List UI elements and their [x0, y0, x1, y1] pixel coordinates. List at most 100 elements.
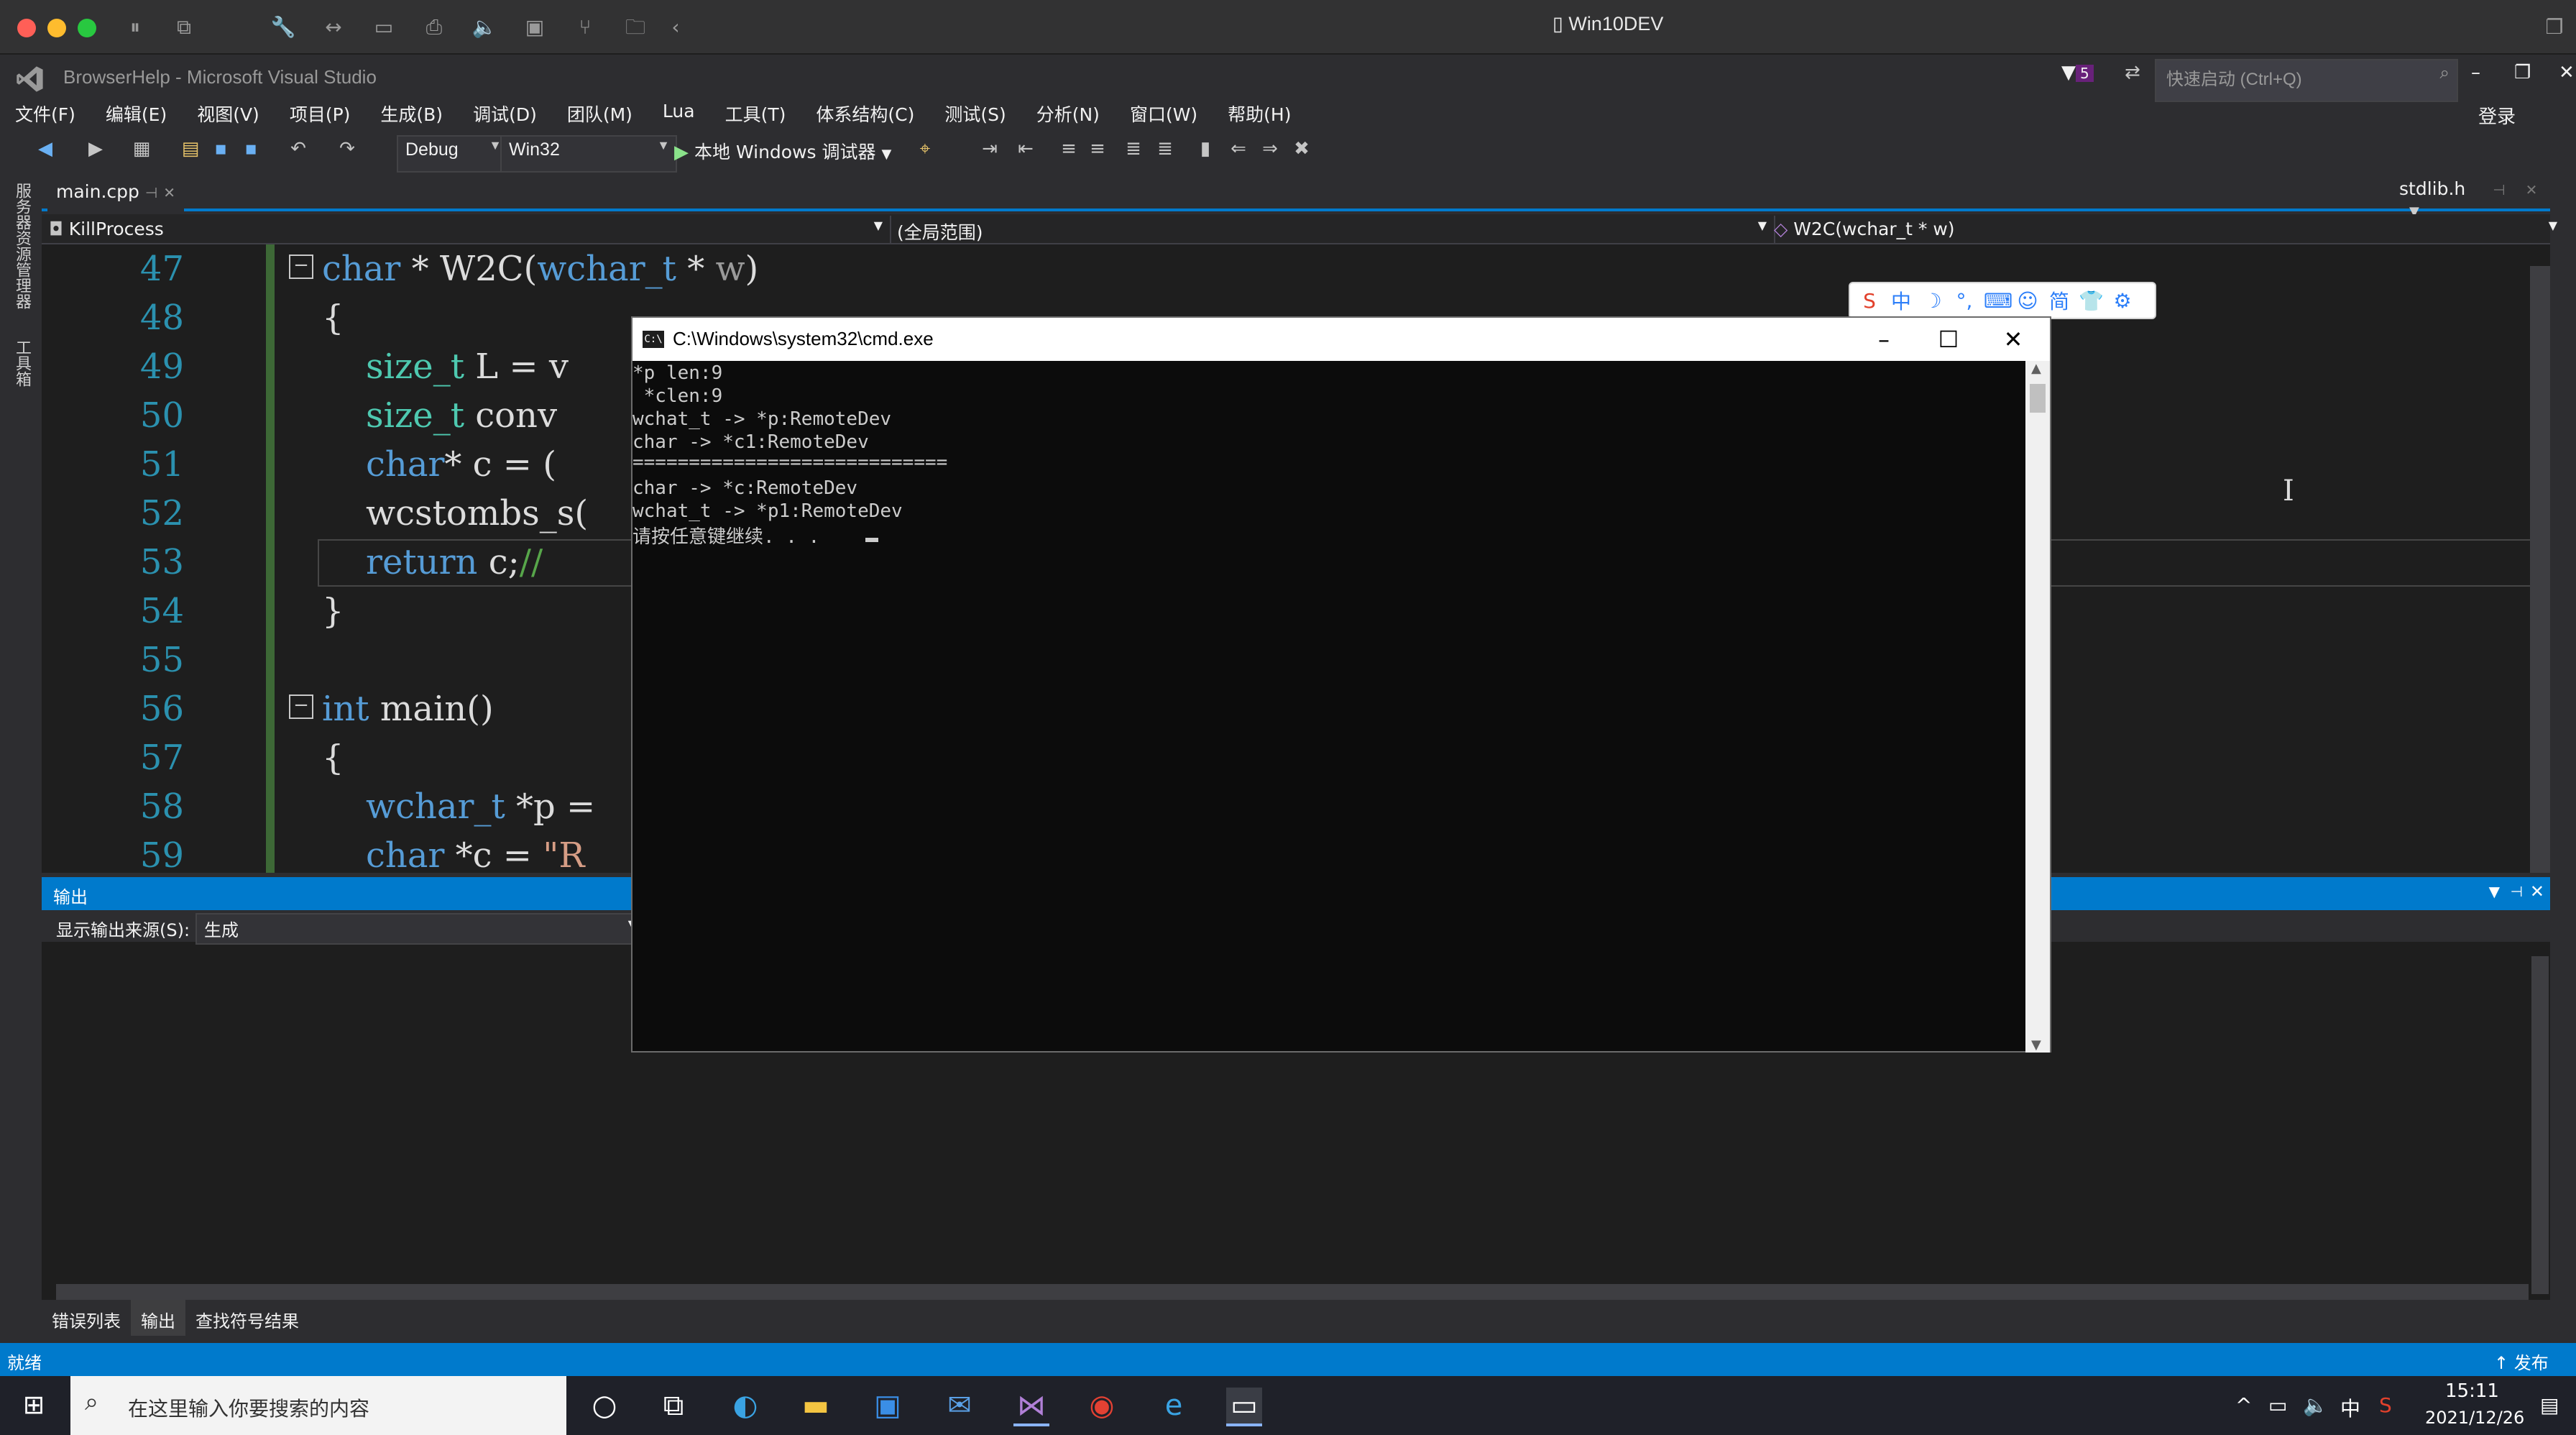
- close-icon[interactable]: ✕: [2526, 181, 2538, 198]
- close-icon[interactable]: ✕: [2530, 881, 2544, 902]
- maximize-icon[interactable]: ☐: [1916, 319, 1981, 359]
- menu-team[interactable]: 团队(M): [552, 98, 648, 127]
- chevron-down-icon[interactable]: ▼: [2031, 1037, 2041, 1053]
- chrome-icon[interactable]: ◉: [1084, 1388, 1120, 1423]
- wrench-icon[interactable]: 🔧: [270, 14, 296, 40]
- open-file-icon[interactable]: ▤: [178, 137, 203, 161]
- console-output[interactable]: *p len:9 *clen:9 wchat_t -> *p:RemoteDev…: [632, 361, 2025, 1053]
- cmd-titlebar[interactable]: C:\ C:\Windows\system32\cmd.exe – ☐ ✕: [632, 318, 2050, 361]
- pin-icon[interactable]: ⊣: [145, 184, 157, 201]
- ie-icon[interactable]: e: [1156, 1388, 1192, 1423]
- menu-edit[interactable]: 编辑(E): [91, 98, 182, 127]
- file-explorer-icon[interactable]: ▬: [798, 1388, 834, 1423]
- forward-icon[interactable]: ▶: [83, 137, 108, 161]
- minimize-window-button[interactable]: [47, 19, 66, 37]
- bookmark-icon[interactable]: ▮: [1193, 137, 1218, 161]
- pin-icon[interactable]: ⊣: [2493, 181, 2505, 198]
- notification-flag-icon[interactable]: ▼ 5: [2061, 62, 2094, 83]
- notification-center-icon[interactable]: ▤: [2540, 1393, 2559, 1417]
- collapse-icon[interactable]: −: [289, 255, 313, 279]
- platform-dropdown[interactable]: Win32 ▼: [500, 135, 677, 173]
- tab-error-list[interactable]: 错误列表: [42, 1300, 131, 1336]
- network-icon[interactable]: ▭: [2268, 1393, 2287, 1417]
- drive-icon[interactable]: ▭: [371, 14, 397, 40]
- align-icon[interactable]: ≣: [1121, 137, 1146, 161]
- toolbox-tab[interactable]: 工具箱: [10, 339, 33, 387]
- comment-icon[interactable]: ≡: [1057, 137, 1081, 161]
- save-all-icon[interactable]: ▪: [239, 137, 263, 161]
- next-bookmark-icon[interactable]: ⇒: [1258, 137, 1282, 161]
- sound-icon[interactable]: 🔈: [472, 14, 497, 40]
- taskbar-search-box[interactable]: ⌕ 在这里输入你要搜索的内容: [70, 1376, 566, 1435]
- keyboard-icon[interactable]: ⌨: [1984, 289, 2012, 313]
- config-dropdown[interactable]: Debug ▼: [397, 135, 509, 173]
- chevron-down-icon[interactable]: ▼: [2489, 883, 2500, 900]
- publish-button[interactable]: ↑ 发布: [2494, 1349, 2549, 1374]
- chevron-left-icon[interactable]: ‹: [663, 14, 689, 40]
- indent-icon[interactable]: ⇥: [978, 137, 1002, 161]
- simplified-icon[interactable]: 简: [2047, 286, 2071, 315]
- task-view-icon[interactable]: ⧉: [656, 1388, 691, 1423]
- snapshot-icon[interactable]: ⧉: [171, 14, 197, 40]
- sogou-logo-icon[interactable]: S: [1857, 289, 1882, 313]
- back-icon[interactable]: ◀: [33, 137, 58, 161]
- output-horizontal-scrollbar[interactable]: [56, 1284, 2529, 1301]
- chevron-up-icon[interactable]: ^: [2235, 1393, 2252, 1417]
- menu-build[interactable]: 生成(B): [365, 98, 458, 127]
- settings-gear-icon[interactable]: ⚙: [2110, 289, 2135, 313]
- close-icon[interactable]: ✕: [2559, 62, 2575, 83]
- windows-start-icon[interactable]: ⊞: [16, 1388, 52, 1423]
- new-project-icon[interactable]: ▦: [129, 137, 154, 161]
- tab-main-cpp[interactable]: main.cpp ⊣ ✕: [47, 175, 184, 220]
- uncomment-icon[interactable]: ≡: [1085, 137, 1110, 161]
- collapse-icon[interactable]: −: [289, 694, 313, 719]
- cmd-scrollbar[interactable]: ▲ ▼: [2025, 361, 2050, 1053]
- editor-scrollbar[interactable]: [2530, 266, 2550, 873]
- server-explorer-tab[interactable]: 服务器资源管理器: [10, 183, 33, 309]
- menu-analyze[interactable]: 分析(N): [1021, 98, 1115, 127]
- menu-help[interactable]: 帮助(H): [1213, 98, 1306, 127]
- clock-time[interactable]: 15:11: [2445, 1380, 2499, 1402]
- camera-icon[interactable]: ▣: [522, 14, 548, 40]
- quick-launch-input[interactable]: 快速启动 (Ctrl+Q) ⌕: [2155, 59, 2458, 102]
- tab-output[interactable]: 输出: [131, 1300, 185, 1336]
- scroll-thumb[interactable]: [2030, 384, 2046, 413]
- output-scrollbar[interactable]: [2531, 956, 2549, 1294]
- shared-folder-icon[interactable]: 🗀: [622, 14, 648, 40]
- half-width-icon[interactable]: ☽: [1920, 289, 1945, 313]
- usb-icon[interactable]: ⑂: [572, 14, 598, 40]
- menu-tools[interactable]: 工具(T): [710, 98, 801, 127]
- chinese-mode-icon[interactable]: 中: [1889, 286, 1913, 315]
- cmd-taskbar-icon[interactable]: ▭: [1226, 1388, 1262, 1426]
- menu-test[interactable]: 测试(S): [929, 98, 1021, 127]
- format-icon[interactable]: ≣: [1153, 137, 1177, 161]
- mail-icon[interactable]: ✉: [942, 1388, 978, 1423]
- clock-date[interactable]: 2021/12/26: [2425, 1408, 2524, 1428]
- close-icon[interactable]: ✕: [163, 184, 175, 201]
- menu-project[interactable]: 项目(P): [275, 98, 366, 127]
- chevron-up-icon[interactable]: ▲: [2031, 361, 2041, 376]
- clear-bookmarks-icon[interactable]: ✖: [1289, 137, 1314, 161]
- feedback-icon[interactable]: ⇄: [2125, 62, 2140, 83]
- pause-icon[interactable]: ⏸: [122, 14, 148, 40]
- pin-icon[interactable]: ⊣: [2511, 883, 2523, 900]
- sign-in-link[interactable]: 登录: [2478, 102, 2516, 129]
- close-icon[interactable]: ✕: [1981, 319, 2046, 359]
- close-window-button[interactable]: [17, 19, 36, 37]
- print-icon[interactable]: ⎙: [421, 14, 447, 40]
- menu-lua[interactable]: Lua: [648, 98, 710, 127]
- undo-icon[interactable]: ↶: [286, 137, 310, 161]
- output-source-dropdown[interactable]: 生成▼: [196, 913, 644, 945]
- cmd-window[interactable]: C:\ C:\Windows\system32\cmd.exe – ☐ ✕ *p…: [631, 316, 2051, 1053]
- zoom-window-button[interactable]: [78, 19, 96, 37]
- save-icon[interactable]: ▪: [208, 137, 233, 161]
- prev-bookmark-icon[interactable]: ⇐: [1226, 137, 1251, 161]
- menu-window[interactable]: 窗口(W): [1115, 98, 1213, 127]
- browse-icon[interactable]: ⌖: [913, 137, 937, 161]
- menu-view[interactable]: 视图(V): [182, 98, 275, 127]
- restore-icon[interactable]: ❐: [2542, 14, 2567, 40]
- menu-file[interactable]: 文件(F): [0, 98, 91, 127]
- start-debugging-button[interactable]: ▶ 本地 Windows 调试器 ▼: [670, 135, 896, 170]
- minimize-icon[interactable]: –: [2471, 62, 2480, 83]
- skin-icon[interactable]: 👕: [2079, 289, 2104, 313]
